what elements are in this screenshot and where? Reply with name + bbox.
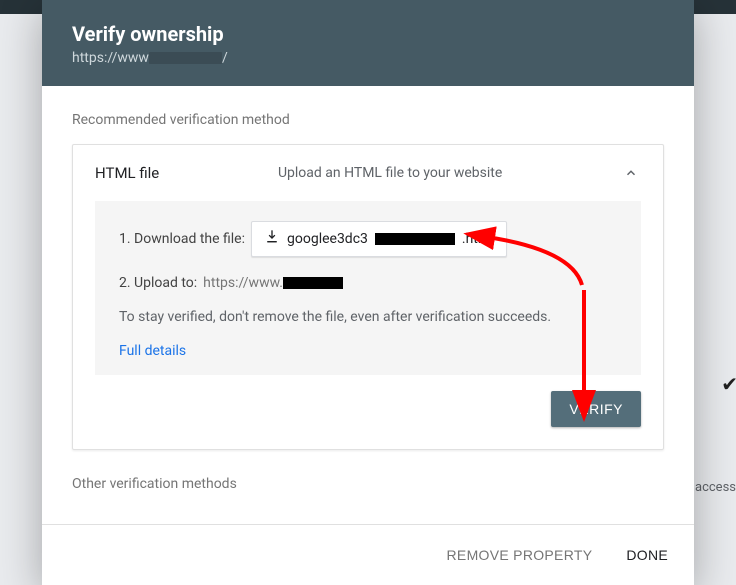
other-methods-section-label: Other verification methods xyxy=(72,476,664,492)
dialog-header: Verify ownership https://www/ xyxy=(42,0,694,86)
html-file-card: HTML file Upload an HTML file to your we… xyxy=(72,144,664,450)
download-icon xyxy=(264,229,280,249)
card-title: HTML file xyxy=(95,164,159,182)
redacted-domain xyxy=(149,52,222,64)
full-details-link[interactable]: Full details xyxy=(119,343,617,359)
upload-url: https://www. xyxy=(203,275,343,291)
property-url: https://www/ xyxy=(72,50,664,66)
redacted-filename xyxy=(375,233,455,245)
redacted-upload-domain xyxy=(283,277,343,289)
verification-note: To stay verified, don't remove the file,… xyxy=(119,309,617,325)
card-header[interactable]: HTML file Upload an HTML file to your we… xyxy=(95,163,641,183)
background-text-peek: access xyxy=(695,480,736,495)
download-file-button[interactable]: googlee3dc3 .html xyxy=(251,221,507,257)
step-upload: 2. Upload to: https://www. xyxy=(119,275,617,291)
download-file-suffix: .html xyxy=(462,231,494,247)
remove-property-button[interactable]: REMOVE PROPERTY xyxy=(441,539,599,571)
verify-button[interactable]: VERIFY xyxy=(551,391,641,427)
done-button[interactable]: DONE xyxy=(620,539,674,571)
step2-label: 2. Upload to: xyxy=(119,275,197,291)
dialog-title: Verify ownership xyxy=(72,22,664,46)
verify-ownership-dialog: Verify ownership https://www/ Recommende… xyxy=(42,0,694,585)
step1-label: 1. Download the file: xyxy=(119,231,245,247)
step-download: 1. Download the file: googlee3dc3 .html xyxy=(119,221,617,257)
verify-row: VERIFY xyxy=(95,391,641,427)
dialog-footer: REMOVE PROPERTY DONE xyxy=(42,524,694,585)
card-body: 1. Download the file: googlee3dc3 .html 2… xyxy=(95,201,641,375)
card-subtitle: Upload an HTML file to your website xyxy=(159,165,621,181)
download-file-prefix: googlee3dc3 xyxy=(287,231,368,247)
dialog-scroll-area[interactable]: Recommended verification method HTML fil… xyxy=(42,86,694,524)
recommended-section-label: Recommended verification method xyxy=(72,112,664,128)
chevron-up-icon[interactable] xyxy=(621,163,641,183)
background-check-icon: ✔ xyxy=(721,372,736,396)
